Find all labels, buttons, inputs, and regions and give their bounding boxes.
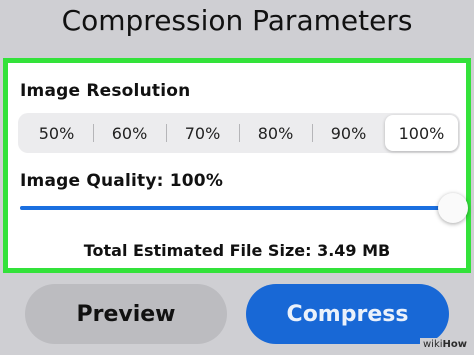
wikihow-watermark: wikiHow bbox=[419, 338, 470, 352]
resolution-option-90[interactable]: 90% bbox=[312, 115, 385, 151]
resolution-option-50[interactable]: 50% bbox=[20, 115, 93, 151]
estimated-file-size: Total Estimated File Size: 3.49 MB bbox=[83, 241, 391, 260]
slider-thumb[interactable] bbox=[438, 193, 468, 223]
image-quality-slider[interactable] bbox=[20, 193, 468, 223]
watermark-prefix: wiki bbox=[422, 339, 443, 350]
resolution-segmented-control[interactable]: 50% 60% 70% 80% 90% 100% bbox=[18, 113, 460, 153]
image-quality-label: Image Quality: 100% bbox=[20, 171, 224, 191]
preview-button[interactable]: Preview bbox=[25, 284, 227, 344]
resolution-option-80[interactable]: 80% bbox=[239, 115, 312, 151]
watermark-suffix: How bbox=[442, 339, 467, 350]
slider-fill bbox=[20, 206, 460, 210]
resolution-option-70[interactable]: 70% bbox=[166, 115, 239, 151]
page-title: Compression Parameters bbox=[61, 4, 413, 37]
image-resolution-label: Image Resolution bbox=[20, 81, 191, 101]
compress-button[interactable]: Compress bbox=[246, 284, 449, 344]
resolution-option-100[interactable]: 100% bbox=[385, 115, 458, 151]
resolution-option-60[interactable]: 60% bbox=[93, 115, 166, 151]
compression-settings-panel: Image Resolution 50% 60% 70% 80% 90% 100… bbox=[3, 58, 471, 273]
